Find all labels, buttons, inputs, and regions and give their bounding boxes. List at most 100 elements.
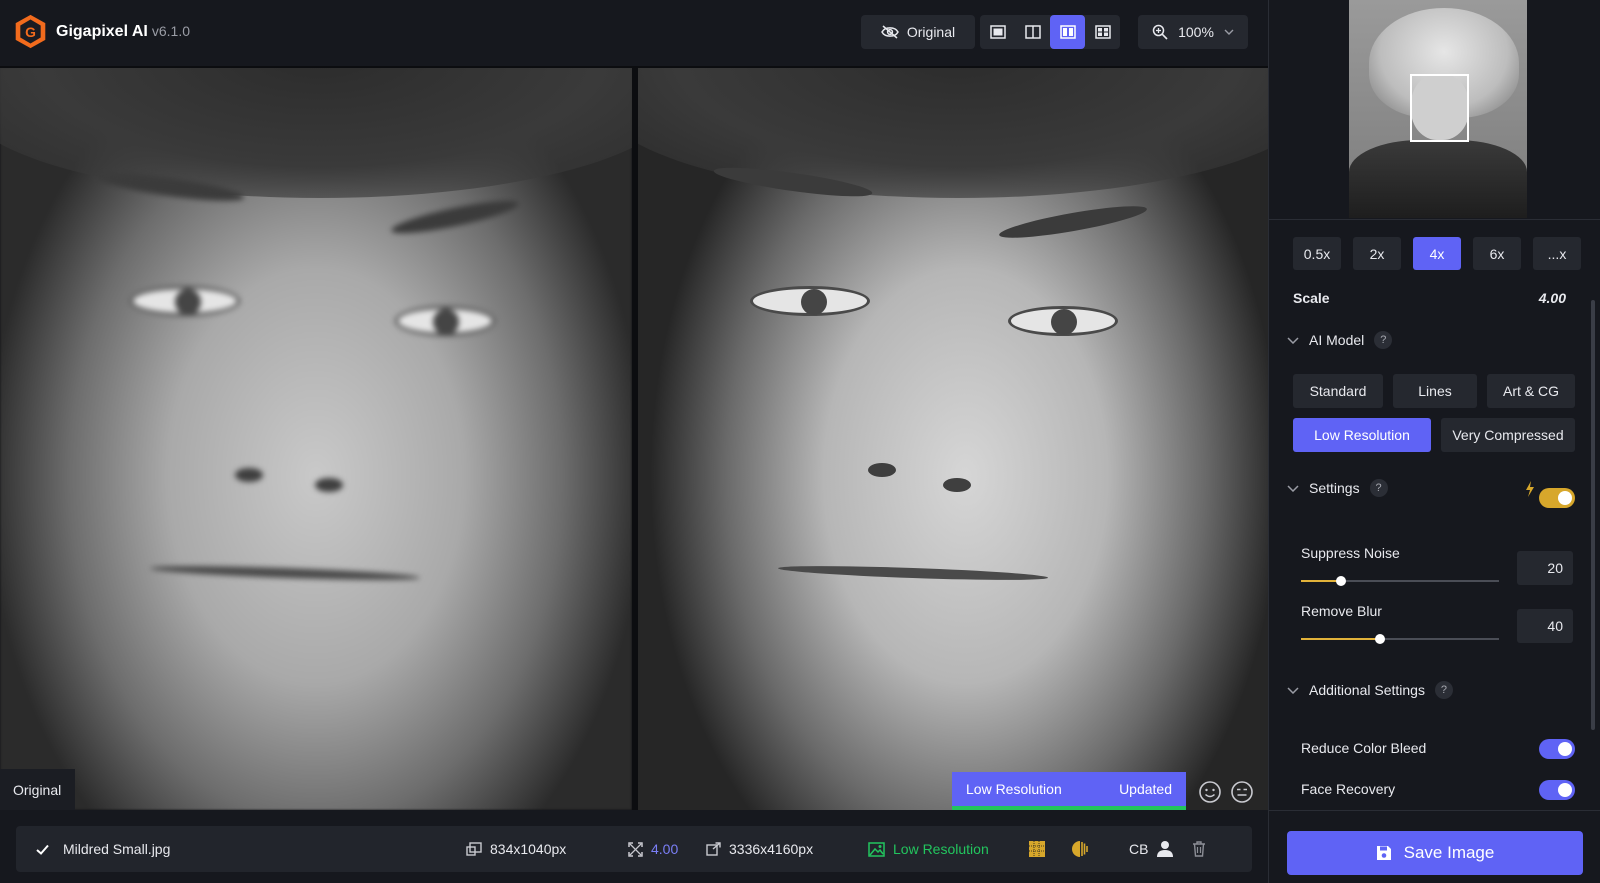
scale-label: Scale — [1293, 290, 1330, 306]
delete-item[interactable] — [1192, 826, 1206, 872]
model-art-cg[interactable]: Art & CG — [1487, 374, 1575, 408]
zoom-level: 100% — [1178, 24, 1214, 40]
original-toggle-button[interactable]: Original — [861, 15, 975, 49]
single-view-button[interactable] — [980, 15, 1015, 49]
app-title: Gigapixel AI v6.1.0 — [56, 23, 190, 41]
file-scale: 4.00 — [651, 841, 679, 857]
scale-icon — [628, 841, 643, 857]
original-button-label: Original — [906, 24, 956, 40]
ai-model-label: AI Model — [1309, 332, 1365, 348]
remove-blur-label: Remove Blur — [1301, 603, 1382, 619]
output-size-item: 3336x4160px — [706, 826, 813, 872]
settings-header[interactable]: Settings ? — [1287, 479, 1388, 497]
face-recovery-toggle[interactable] — [1539, 780, 1575, 800]
face-recovery-label: Face Recovery — [1301, 781, 1396, 797]
model-very-compressed[interactable]: Very Compressed — [1441, 418, 1575, 452]
model-tag-label: Low Resolution — [966, 781, 1062, 797]
app-window: G Gigapixel AI v6.1.0 Original 100% Orig… — [0, 0, 1600, 883]
file-name: Mildred Small.jpg — [63, 841, 171, 857]
side-by-side-view-button[interactable] — [1050, 15, 1085, 49]
left-nostril-shape — [868, 463, 896, 477]
save-image-label: Save Image — [1403, 843, 1495, 862]
trash-icon — [1193, 841, 1205, 857]
input-size-item: 834x1040px — [466, 826, 566, 872]
navigator-thumbnail[interactable] — [1349, 0, 1527, 218]
suppress-noise-input[interactable]: 20 — [1517, 551, 1573, 585]
model-low-resolution[interactable]: Low Resolution — [1293, 418, 1431, 452]
reduce-color-bleed-toggle[interactable] — [1539, 739, 1575, 759]
image-model-icon — [868, 841, 885, 857]
suppress-noise-fill — [1301, 580, 1341, 582]
contrast-icon — [1072, 841, 1088, 857]
input-size: 834x1040px — [490, 841, 567, 857]
ai-model-help-icon[interactable]: ? — [1374, 331, 1393, 349]
additional-settings-help-icon[interactable]: ? — [1434, 681, 1453, 699]
settings-label: Settings — [1309, 480, 1360, 496]
panel-scrollbar[interactable] — [1591, 300, 1595, 730]
grid-overlay-icon — [1029, 841, 1045, 857]
additional-settings-label: Additional Settings — [1309, 682, 1425, 698]
grid-overlay-item[interactable] — [1028, 826, 1046, 872]
chevron-down-icon — [1287, 686, 1299, 694]
grid-view-icon — [1094, 25, 1111, 39]
face-smile-icon[interactable] — [1198, 780, 1222, 804]
side-by-side-icon — [1059, 25, 1076, 39]
navigator — [1269, 0, 1600, 220]
processing-status-tag: Low Resolution Updated — [952, 772, 1186, 810]
output-size-icon — [706, 842, 721, 856]
top-toolbar: G Gigapixel AI v6.1.0 Original 100% — [0, 0, 1268, 66]
single-view-icon — [989, 25, 1006, 39]
body-shape — [1349, 140, 1527, 218]
status-tag-label: Updated — [1119, 781, 1172, 797]
zoom-dropdown[interactable]: 100% — [1138, 15, 1248, 49]
cb-item[interactable]: CB — [1129, 826, 1174, 872]
settings-help-icon[interactable]: ? — [1369, 479, 1388, 497]
file-row[interactable]: Mildred Small.jpg 834x1040px 4.00 3336x4… — [16, 826, 1252, 872]
gigapixel-logo-icon: G — [15, 14, 46, 49]
scale-option-4x[interactable]: 4x — [1413, 237, 1461, 270]
person-icon — [1157, 841, 1174, 857]
navigator-viewport-box[interactable] — [1410, 74, 1469, 142]
remove-blur-slider[interactable] — [1301, 634, 1499, 644]
scale-option-custom[interactable]: ...x — [1533, 237, 1581, 270]
chevron-down-icon — [1224, 29, 1234, 35]
eye-off-icon — [881, 25, 899, 39]
image-viewer[interactable]: Original Low Resolution Updated — [0, 66, 1268, 810]
suppress-noise-slider[interactable] — [1301, 576, 1499, 586]
right-eye-shape — [1008, 306, 1118, 336]
app-name: Gigapixel AI — [56, 23, 148, 40]
remove-blur-thumb[interactable] — [1375, 634, 1386, 644]
save-disk-icon — [1376, 846, 1391, 860]
processed-pane[interactable]: Low Resolution Updated — [638, 68, 1268, 810]
remove-blur-fill — [1301, 638, 1381, 640]
model-lines[interactable]: Lines — [1393, 374, 1477, 408]
remove-blur-input[interactable]: 40 — [1517, 609, 1573, 643]
model-item: Low Resolution — [868, 826, 989, 872]
left-eye-shape — [750, 286, 870, 316]
scale-option-6x[interactable]: 6x — [1473, 237, 1521, 270]
scale-option-2x[interactable]: 2x — [1353, 237, 1401, 270]
cb-label: CB — [1129, 841, 1149, 857]
chevron-down-icon — [1287, 336, 1299, 344]
grid-view-button[interactable] — [1085, 15, 1120, 49]
scale-value[interactable]: 4.00 — [1539, 290, 1566, 306]
face-neutral-icon[interactable] — [1230, 780, 1254, 804]
file-list-bar: Mildred Small.jpg 834x1040px 4.00 3336x4… — [0, 810, 1268, 883]
check-icon[interactable] — [36, 844, 49, 855]
file-model: Low Resolution — [893, 841, 989, 857]
additional-settings-header[interactable]: Additional Settings ? — [1287, 681, 1453, 699]
settings-panel: 0.5x 2x 4x 6x ...x Scale 4.00 AI Model ?… — [1268, 0, 1600, 883]
save-image-button[interactable]: Save Image — [1287, 831, 1583, 875]
split-view-icon — [1024, 25, 1041, 39]
input-size-icon — [466, 842, 482, 856]
suppress-noise-thumb[interactable] — [1335, 576, 1346, 586]
ai-model-header[interactable]: AI Model ? — [1287, 331, 1393, 349]
original-pane[interactable]: Original — [0, 68, 632, 810]
split-view-button[interactable] — [1015, 15, 1050, 49]
svg-text:G: G — [25, 24, 36, 40]
scale-option-0-5x[interactable]: 0.5x — [1293, 237, 1341, 270]
face-icons-group — [1198, 780, 1254, 804]
auto-settings-toggle[interactable] — [1539, 488, 1575, 508]
model-standard[interactable]: Standard — [1293, 374, 1383, 408]
contrast-item[interactable] — [1070, 826, 1090, 872]
